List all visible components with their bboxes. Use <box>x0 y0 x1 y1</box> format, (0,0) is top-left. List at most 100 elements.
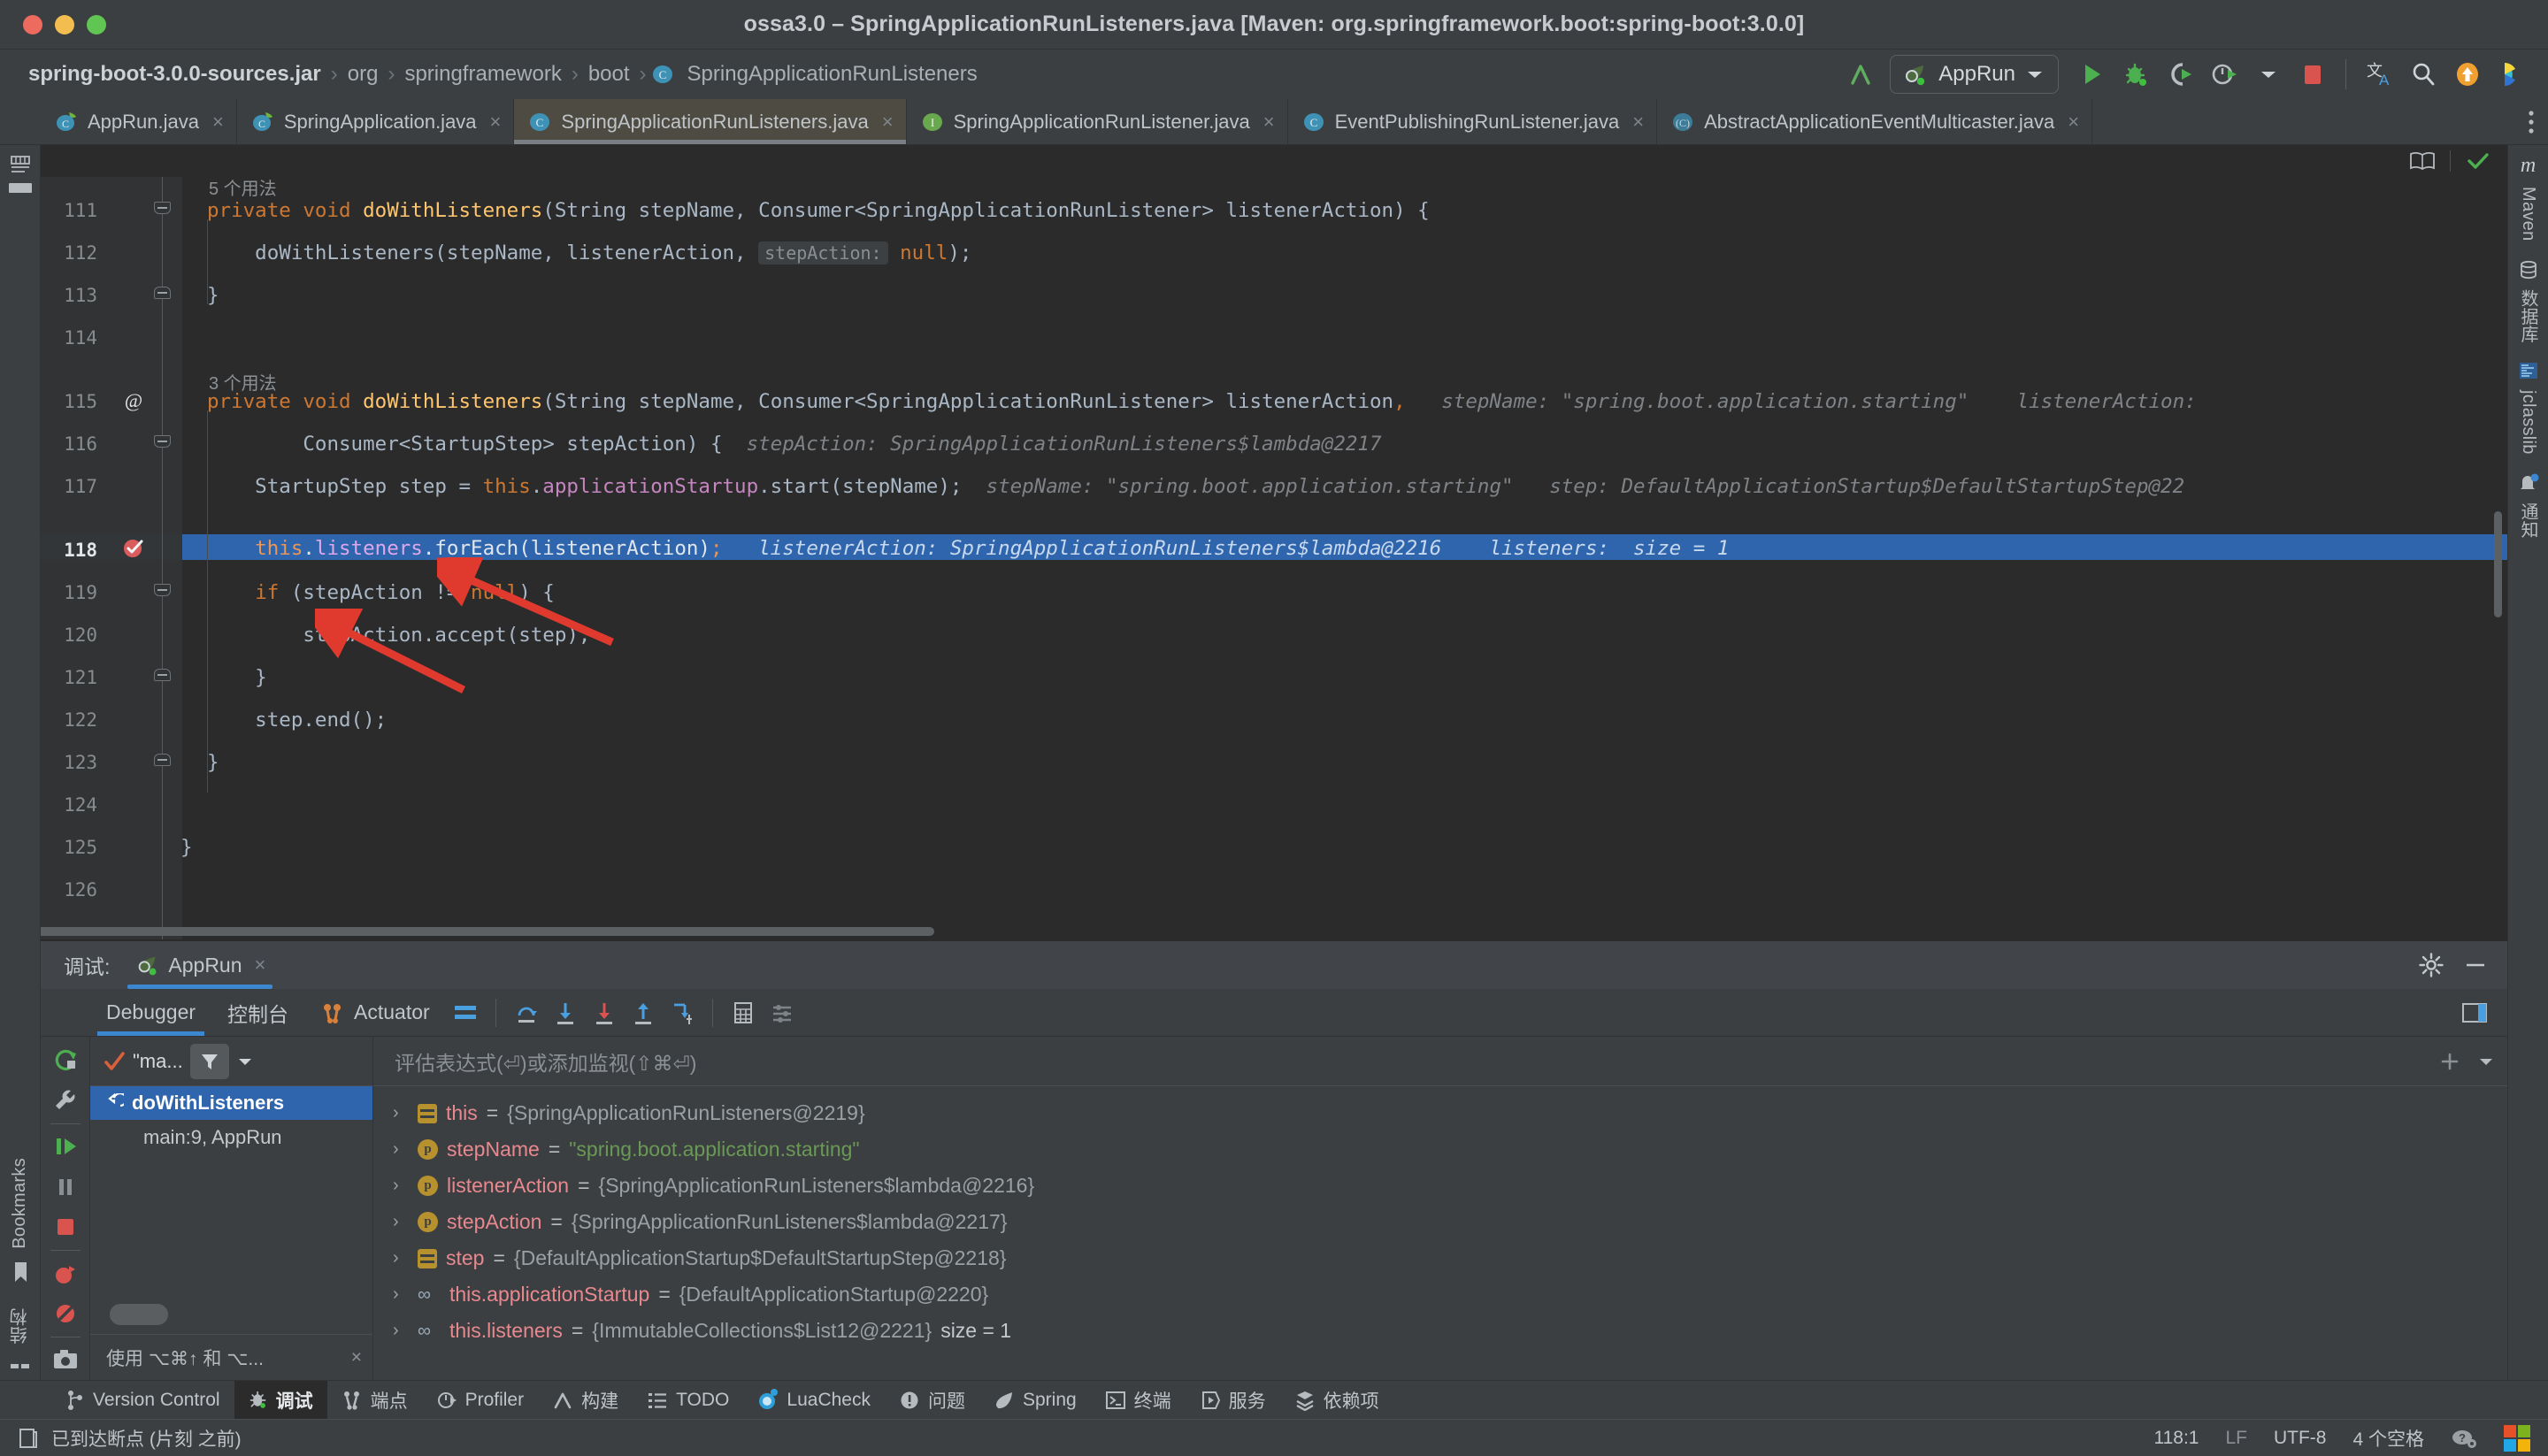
toolwindow-todo[interactable]: TODO <box>633 1381 743 1419</box>
thread-selector[interactable]: "ma... <box>90 1037 372 1086</box>
close-icon[interactable]: × <box>882 111 894 134</box>
evaluate-expression-icon[interactable] <box>724 993 763 1032</box>
window-controls[interactable] <box>0 14 106 34</box>
add-watch-icon[interactable] <box>2438 1050 2461 1073</box>
editor-tab-springapplicationrunlisteners[interactable]: C SpringApplicationRunListeners.java × <box>514 99 907 144</box>
toolwindow-dependencies[interactable]: 依赖项 <box>1280 1381 1393 1419</box>
breadcrumb-item-springframework[interactable]: springframework <box>399 62 566 87</box>
variable-row[interactable]: › this = {SpringApplicationRunListeners@… <box>382 1095 2507 1131</box>
layout-settings-icon[interactable] <box>2461 1001 2488 1024</box>
chevron-down-icon[interactable] <box>2248 54 2289 95</box>
toolwindow-services[interactable]: 服务 <box>1186 1381 1280 1419</box>
toolwindow-profiler[interactable]: Profiler <box>422 1381 539 1419</box>
editor-tab-abstractapplicationeventmulticaster[interactable]: (C) AbstractApplicationEventMulticaster.… <box>1657 99 2093 144</box>
rerun-icon[interactable] <box>42 1040 88 1080</box>
evaluate-expression-bar[interactable]: 评估表达式(⏎)或添加监视(⇧⌘⏎) <box>373 1037 2507 1086</box>
inspections-ok-icon[interactable] <box>2465 150 2491 172</box>
toolwindow-spring[interactable]: Spring <box>979 1381 1091 1419</box>
toolwindow-problems[interactable]: 问题 <box>885 1381 979 1419</box>
settings-wrench-icon[interactable] <box>42 1080 88 1120</box>
variable-row[interactable]: › p stepAction = {SpringApplicationRunLi… <box>382 1204 2507 1240</box>
tab-actuator[interactable]: Actuator <box>304 989 446 1036</box>
expand-chevron-icon[interactable]: › <box>393 1284 409 1305</box>
indent-setting[interactable]: 4 个空格 <box>2352 1425 2424 1452</box>
code-text[interactable]: 5 个用法 private void doWithListeners(Strin… <box>182 177 2507 939</box>
run-button[interactable] <box>2071 54 2112 95</box>
step-out-icon[interactable] <box>624 993 663 1032</box>
minimize-window-button[interactable] <box>55 14 74 34</box>
tab-debugger[interactable]: Debugger <box>90 989 211 1036</box>
screenshot-icon[interactable] <box>42 1340 88 1380</box>
zoom-window-button[interactable] <box>87 14 106 34</box>
chevron-down-icon[interactable] <box>2477 1055 2495 1068</box>
close-icon[interactable]: × <box>1263 111 1275 134</box>
mute-breakpoints-icon[interactable] <box>42 1293 88 1333</box>
file-encoding[interactable]: UTF-8 <box>2274 1428 2327 1449</box>
minimize-icon[interactable] <box>2463 953 2488 977</box>
run-configuration-selector[interactable]: AppRun <box>1890 55 2059 94</box>
memory-icon[interactable] <box>18 1427 39 1450</box>
expand-chevron-icon[interactable]: › <box>393 1248 409 1268</box>
fold-region-icon[interactable] <box>154 584 171 596</box>
fold-region-icon[interactable] <box>154 202 171 214</box>
variable-row[interactable]: › step = {DefaultApplicationStartup$Defa… <box>382 1240 2507 1276</box>
toolwindow-endpoints[interactable]: 端点 <box>327 1381 422 1419</box>
gear-icon[interactable] <box>2419 953 2444 977</box>
reader-mode-icon[interactable] <box>2409 150 2436 172</box>
toolwindow-debug[interactable]: 调试 <box>234 1381 327 1419</box>
fold-region-icon[interactable] <box>154 435 171 448</box>
translate-icon[interactable]: 文 A <box>2359 54 2399 95</box>
step-into-icon[interactable] <box>546 993 585 1032</box>
frames-scroll-thumb[interactable] <box>110 1304 168 1325</box>
help-icon[interactable]: ? <box>2451 1427 2477 1450</box>
expand-chevron-icon[interactable]: › <box>393 1103 409 1123</box>
fold-region-icon[interactable] <box>154 287 171 299</box>
sidebar-item-structure[interactable]: 结构 <box>7 1299 33 1371</box>
debug-session-tab[interactable]: AppRun × <box>122 941 278 989</box>
code-area[interactable]: 111 112 113 114 115 116 117 118 119 120 … <box>41 177 2507 939</box>
force-step-into-icon[interactable] <box>585 993 624 1032</box>
pause-icon[interactable] <box>42 1167 88 1207</box>
expand-chevron-icon[interactable]: › <box>393 1139 409 1160</box>
ai-assistant-icon[interactable] <box>2491 54 2532 95</box>
editor-gutter[interactable]: 111 112 113 114 115 116 117 118 119 120 … <box>41 177 182 939</box>
run-with-coverage-button[interactable] <box>2160 54 2200 95</box>
search-icon[interactable] <box>2403 54 2444 95</box>
profiler-button[interactable] <box>2204 54 2245 95</box>
editor-tab-eventpublishingrunlistener[interactable]: C EventPublishingRunListener.java × <box>1287 99 1658 144</box>
fold-region-icon[interactable] <box>154 754 171 766</box>
settings-icon[interactable] <box>763 993 802 1032</box>
fold-region-icon[interactable] <box>154 669 171 681</box>
toolwindow-build[interactable]: 构建 <box>538 1381 633 1419</box>
close-icon[interactable]: × <box>1632 111 1644 134</box>
expand-chevron-icon[interactable]: › <box>393 1176 409 1196</box>
more-options-icon[interactable] <box>2527 107 2536 137</box>
inlay-hint-stepaction[interactable]: stepAction: <box>758 241 888 264</box>
editor-tab-apprun[interactable]: C AppRun.java × <box>41 99 237 144</box>
close-icon[interactable]: × <box>212 111 224 134</box>
breadcrumb-item-class[interactable]: SpringApplicationRunListeners <box>682 62 983 87</box>
variable-row[interactable]: › ∞ this.listeners = {ImmutableCollectio… <box>382 1313 2507 1349</box>
variable-row[interactable]: › p listenerAction = {SpringApplicationR… <box>382 1168 2507 1204</box>
editor-horizontal-scrollbar[interactable] <box>41 927 934 936</box>
usages-hint[interactable]: 5 个用法 <box>209 179 277 200</box>
variable-row[interactable]: › ∞ this.applicationStartup = {DefaultAp… <box>382 1276 2507 1313</box>
caret-position[interactable]: 118:1 <box>2153 1428 2199 1449</box>
tab-console[interactable]: 控制台 <box>211 989 304 1036</box>
close-icon[interactable]: × <box>490 111 502 134</box>
annotation-icon[interactable]: @ <box>122 389 145 412</box>
windows-icon[interactable] <box>2504 1424 2530 1452</box>
layout-icon[interactable] <box>446 993 485 1032</box>
line-separator[interactable]: LF <box>2225 1428 2247 1449</box>
stop-icon[interactable] <box>42 1207 88 1247</box>
chevron-down-icon[interactable] <box>236 1055 254 1068</box>
filter-icon[interactable] <box>189 1043 229 1079</box>
editor-tab-springapplication[interactable]: C SpringApplication.java × <box>236 99 515 144</box>
stop-button[interactable] <box>2292 54 2333 95</box>
sidebar-item-bookmarks[interactable]: Bookmarks <box>10 1149 30 1300</box>
editor-tab-springapplicationrunlistener[interactable]: I SpringApplicationRunListener.java × <box>906 99 1288 144</box>
frame-main[interactable]: main:9, AppRun <box>90 1120 372 1155</box>
close-icon[interactable]: × <box>351 1347 362 1368</box>
sidebar-item-database[interactable]: 数据库 <box>2515 259 2541 352</box>
sidebar-item-notifications[interactable]: 通知 <box>2515 472 2541 548</box>
